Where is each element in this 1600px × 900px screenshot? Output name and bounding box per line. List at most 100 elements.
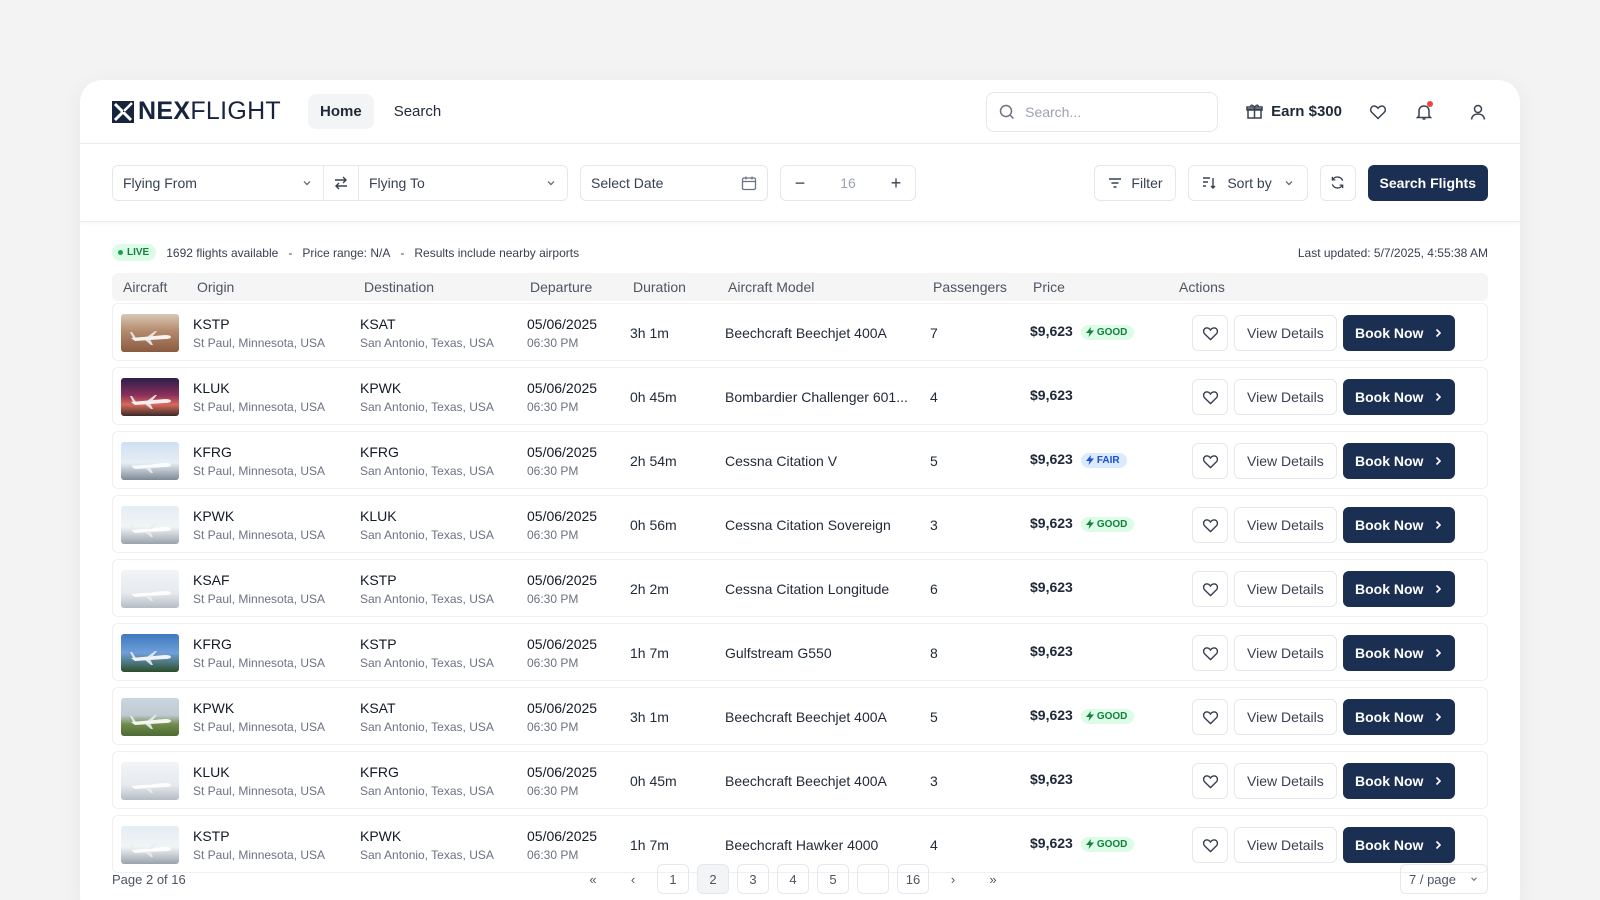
table-row[interactable]: KFRG St Paul, Minnesota, USA KFRG San An…: [112, 431, 1488, 489]
col-aircraft-model[interactable]: Aircraft Model: [728, 279, 814, 295]
page-16-button[interactable]: 16: [897, 864, 929, 894]
increment-button[interactable]: +: [887, 174, 905, 192]
filter-button[interactable]: Filter: [1094, 164, 1176, 201]
book-now-button[interactable]: Book Now: [1343, 763, 1456, 799]
origin-cell: KPWK St Paul, Minnesota, USA: [193, 700, 325, 734]
bolt-icon: [1085, 455, 1094, 466]
col-price[interactable]: Price: [1033, 279, 1065, 295]
favorite-button[interactable]: [1192, 699, 1228, 735]
departure-cell: 05/06/2025 06:30 PM: [527, 700, 597, 734]
favorite-button[interactable]: [1192, 315, 1228, 351]
origin-cell: KPWK St Paul, Minnesota, USA: [193, 508, 325, 542]
favorite-button[interactable]: [1192, 379, 1228, 415]
favorite-button[interactable]: [1192, 507, 1228, 543]
view-details-button[interactable]: View Details: [1234, 315, 1337, 351]
book-now-button[interactable]: Book Now: [1343, 379, 1456, 415]
earn-referral-link[interactable]: Earn $300: [1246, 103, 1342, 120]
view-details-button[interactable]: View Details: [1234, 635, 1337, 671]
book-now-button[interactable]: Book Now: [1343, 571, 1456, 607]
bolt-icon: [1085, 711, 1094, 722]
favorite-button[interactable]: [1192, 443, 1228, 479]
heart-icon: [1202, 774, 1218, 789]
col-duration[interactable]: Duration: [633, 279, 686, 295]
table-row[interactable]: KSAF St Paul, Minnesota, USA KSTP San An…: [112, 559, 1488, 617]
destination-code: KLUK: [360, 508, 397, 524]
nav-search[interactable]: Search: [382, 94, 454, 129]
col-origin[interactable]: Origin: [197, 279, 234, 295]
price: $9,623: [1030, 771, 1073, 787]
view-details-button[interactable]: View Details: [1234, 507, 1337, 543]
book-now-label: Book Now: [1355, 389, 1424, 405]
table-row[interactable]: KFRG St Paul, Minnesota, USA KSTP San An…: [112, 623, 1488, 681]
view-details-button[interactable]: View Details: [1234, 699, 1337, 735]
sort-select[interactable]: Sort by: [1187, 164, 1308, 201]
book-now-button[interactable]: Book Now: [1343, 827, 1456, 863]
col-passengers[interactable]: Passengers: [933, 279, 1007, 295]
page-1-button[interactable]: 1: [657, 864, 689, 894]
book-now-button[interactable]: Book Now: [1343, 315, 1456, 351]
prev-page-button[interactable]: ‹: [617, 864, 649, 894]
favorite-button[interactable]: [1192, 571, 1228, 607]
flying-from-select[interactable]: Flying From: [113, 166, 323, 200]
favorite-button[interactable]: [1192, 763, 1228, 799]
favorite-button[interactable]: [1192, 827, 1228, 863]
origin-code: KPWK: [193, 700, 235, 716]
refresh-button[interactable]: [1319, 164, 1356, 201]
flying-to-select[interactable]: Flying To: [359, 166, 567, 200]
col-aircraft[interactable]: Aircraft: [123, 279, 167, 295]
favorite-button[interactable]: [1192, 635, 1228, 671]
per-page-select[interactable]: 7 / page: [1400, 864, 1488, 894]
passengers: 6: [930, 581, 938, 597]
book-now-button[interactable]: Book Now: [1343, 635, 1456, 671]
view-details-button[interactable]: View Details: [1234, 443, 1337, 479]
search-input[interactable]: [1025, 103, 1196, 120]
date-picker[interactable]: Select Date: [580, 164, 768, 201]
col-departure[interactable]: Departure: [530, 279, 592, 295]
book-now-button[interactable]: Book Now: [1343, 507, 1456, 543]
profile-button[interactable]: [1468, 102, 1488, 122]
departure-date: 05/06/2025: [527, 828, 598, 844]
departure-date: 05/06/2025: [527, 636, 598, 652]
book-now-button[interactable]: Book Now: [1343, 443, 1456, 479]
page-2-button[interactable]: 2: [697, 864, 729, 894]
duration: 3h 1m: [630, 325, 669, 341]
price: $9,623: [1030, 323, 1073, 339]
passenger-count[interactable]: 16: [840, 175, 856, 191]
notifications-button[interactable]: [1414, 100, 1434, 122]
page-4-button[interactable]: 4: [777, 864, 809, 894]
chevron-right-icon: [1436, 648, 1442, 658]
last-page-button[interactable]: »: [977, 864, 1009, 894]
passengers: 5: [930, 453, 938, 469]
heart-icon: [1202, 454, 1218, 469]
table-row[interactable]: KLUK St Paul, Minnesota, USA KFRG San An…: [112, 751, 1488, 809]
destination-code: KSAT: [360, 316, 396, 332]
last-updated: Last updated: 5/7/2025, 4:55:38 AM: [1297, 245, 1488, 260]
destination-code: KFRG: [360, 444, 399, 460]
page-3-button[interactable]: 3: [737, 864, 769, 894]
next-page-button[interactable]: ›: [937, 864, 969, 894]
table-row[interactable]: KLUK St Paul, Minnesota, USA KPWK San An…: [112, 367, 1488, 425]
page-5-button[interactable]: 5: [817, 864, 849, 894]
book-now-button[interactable]: Book Now: [1343, 699, 1456, 735]
origin-code: KPWK: [193, 508, 235, 524]
decrement-button[interactable]: −: [791, 174, 809, 192]
table-row[interactable]: KPWK St Paul, Minnesota, USA KSAT San An…: [112, 687, 1488, 745]
first-page-button[interactable]: «: [577, 864, 609, 894]
page-ellipsis-button[interactable]: [857, 864, 889, 894]
swap-route-button[interactable]: [323, 165, 359, 200]
view-details-button[interactable]: View Details: [1234, 827, 1337, 863]
nav-home[interactable]: Home: [308, 94, 374, 129]
logo[interactable]: NEXFLIGHT: [112, 97, 308, 126]
view-details-button[interactable]: View Details: [1234, 763, 1337, 799]
favorites-button[interactable]: [1368, 102, 1388, 122]
search-box[interactable]: [986, 91, 1219, 132]
destination-city: San Antonio, Texas, USA: [360, 784, 494, 798]
aircraft-icon: [130, 395, 171, 409]
col-destination[interactable]: Destination: [364, 279, 434, 295]
view-details-button[interactable]: View Details: [1234, 379, 1337, 415]
search-flights-button[interactable]: Search Flights: [1367, 164, 1488, 201]
deal-badge: FAIR: [1080, 452, 1127, 468]
table-row[interactable]: KSTP St Paul, Minnesota, USA KSAT San An…: [112, 303, 1488, 361]
table-row[interactable]: KPWK St Paul, Minnesota, USA KLUK San An…: [112, 495, 1488, 553]
view-details-button[interactable]: View Details: [1234, 571, 1337, 607]
